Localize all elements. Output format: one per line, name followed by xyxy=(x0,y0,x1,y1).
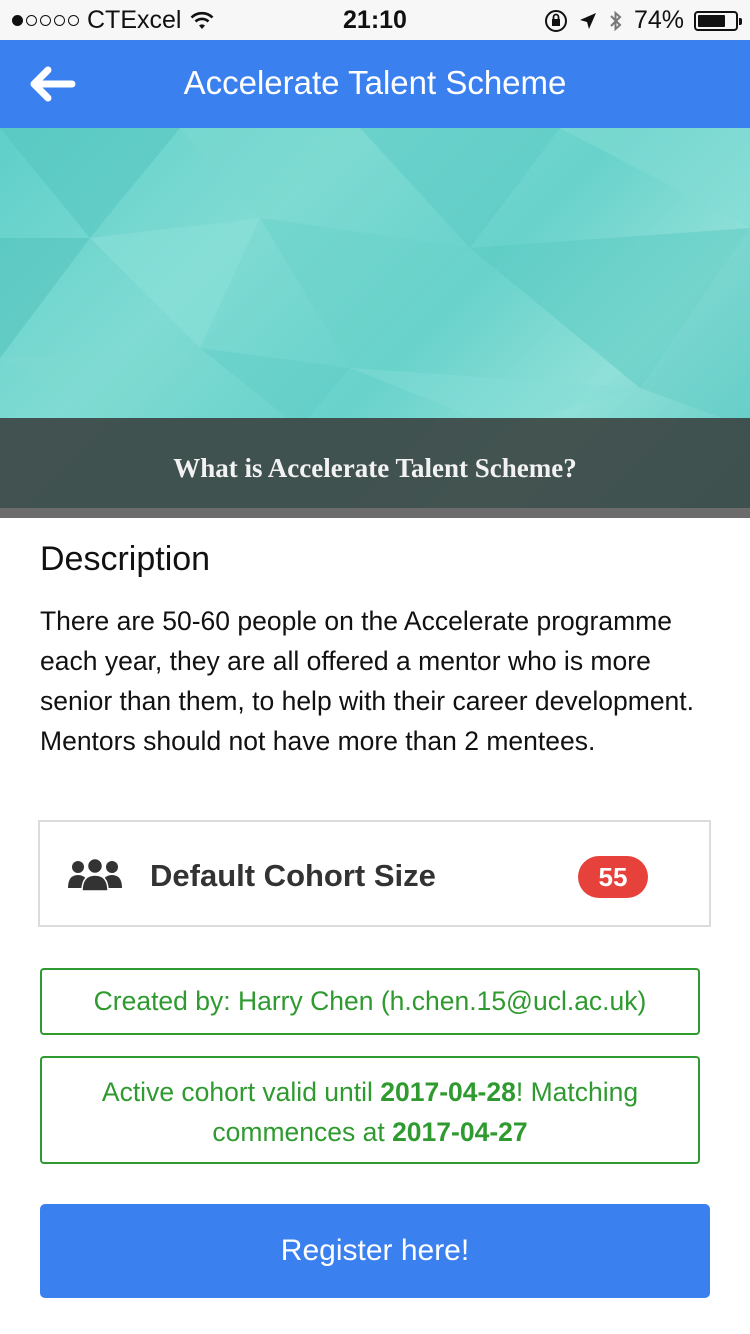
location-arrow-icon xyxy=(579,12,596,29)
valid-until-date: 2017-04-28 xyxy=(380,1077,516,1107)
people-group-icon xyxy=(68,858,122,892)
validity-prefix: Active cohort valid until xyxy=(101,1077,381,1107)
battery-icon xyxy=(694,10,742,31)
cohort-size-badge: 55 xyxy=(578,856,648,898)
status-bar: CTExcel 21:10 74% xyxy=(0,0,750,40)
cohort-size-card: Default Cohort Size 55 xyxy=(38,820,711,927)
description-text: There are 50-60 people on the Accelerate… xyxy=(40,606,695,756)
banner-image: What is Accelerate Talent Scheme? xyxy=(0,128,750,518)
orientation-lock-icon xyxy=(544,9,567,32)
banner-caption: What is Accelerate Talent Scheme? xyxy=(0,418,750,508)
description-heading: Description xyxy=(40,540,211,578)
banner-pattern xyxy=(0,128,750,428)
nav-title: Accelerate Talent Scheme xyxy=(183,64,567,101)
bluetooth-icon xyxy=(610,10,622,31)
cohort-validity-box: Active cohort valid until 2017-04-28! Ma… xyxy=(40,1056,700,1164)
matching-date: 2017-04-27 xyxy=(392,1117,528,1147)
battery-percent: 74% xyxy=(633,6,684,34)
created-by-box: Created by: Harry Chen (h.chen.15@ucl.ac… xyxy=(40,968,700,1035)
banner-divider xyxy=(0,508,750,518)
nav-bar: Accelerate Talent Scheme xyxy=(0,40,750,129)
register-button[interactable]: Register here! xyxy=(40,1204,710,1298)
cohort-size-label: Default Cohort Size xyxy=(150,858,436,893)
